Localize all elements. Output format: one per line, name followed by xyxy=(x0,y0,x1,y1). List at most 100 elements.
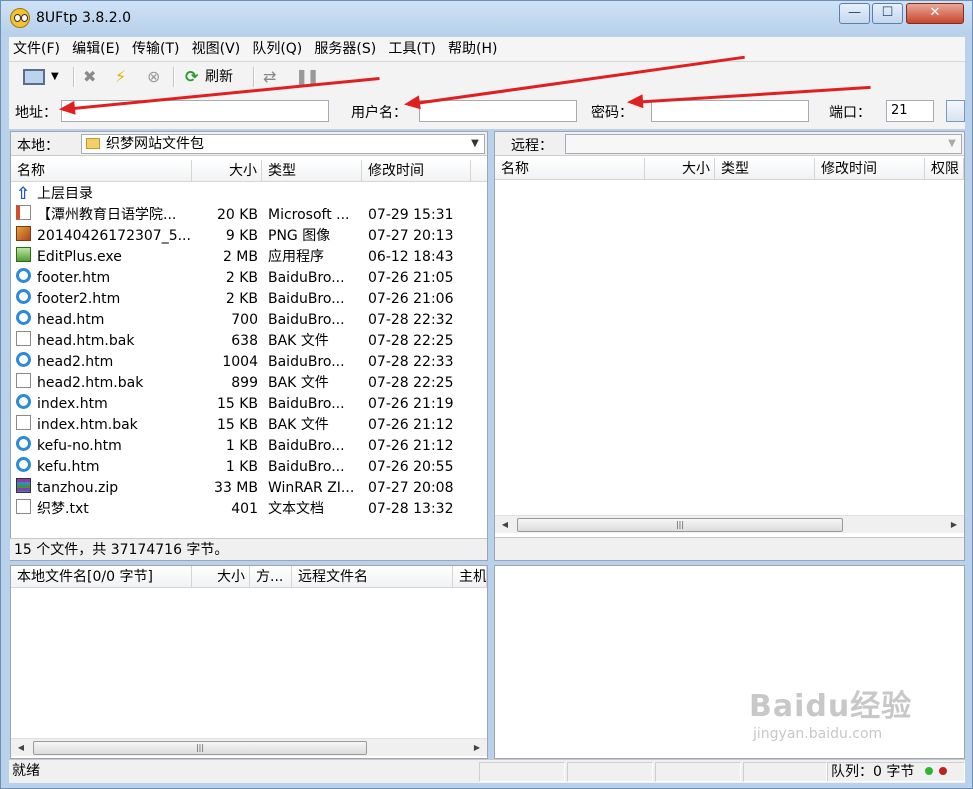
transfer-mode-icon[interactable]: ⇄ xyxy=(263,66,276,88)
table-row[interactable]: ⇧ 上层目录 xyxy=(11,184,487,205)
scroll-left-icon[interactable]: ◀ xyxy=(497,516,513,534)
file-modified: 07-28 22:25 xyxy=(368,333,454,349)
table-row[interactable]: tanzhou.zip 33 MB WinRAR ZI... 07-27 20:08 xyxy=(11,478,487,499)
file-modified: 07-26 21:12 xyxy=(368,417,454,433)
disconnect-icon[interactable]: ✖ xyxy=(83,66,96,88)
app-window: 8UFtp 3.8.2.0 — ☐ ✕ 文件(F) 编辑(E) 传输(T) 视图… xyxy=(0,0,973,789)
quick-connect-icon[interactable]: ⚡ xyxy=(115,66,126,88)
minimize-button[interactable]: — xyxy=(839,3,870,24)
app-logo-icon xyxy=(10,8,30,28)
file-type: 应用程序 xyxy=(268,249,324,265)
file-type: BaiduBro... xyxy=(268,438,345,454)
refresh-button[interactable]: 刷新 xyxy=(205,66,233,88)
col-remote-filename[interactable]: 远程文件名 xyxy=(292,566,453,588)
chevron-down-icon[interactable]: ▼ xyxy=(943,135,961,153)
menu-transfer[interactable]: 传输(T) xyxy=(128,37,183,62)
table-row[interactable]: 20140426172307_5... 9 KB PNG 图像 07-27 20:13 xyxy=(11,226,487,247)
file-type: BaiduBro... xyxy=(268,291,345,307)
col-local-filename[interactable]: 本地文件名[0/0 字节] xyxy=(11,566,192,588)
status-cell xyxy=(567,762,653,782)
table-row[interactable]: head.htm 700 BaiduBro... 07-28 22:32 xyxy=(11,310,487,331)
title-bar[interactable]: 8UFtp 3.8.2.0 — ☐ ✕ xyxy=(1,1,972,35)
file-modified: 07-28 13:32 xyxy=(368,501,454,517)
col-size[interactable]: 大小 xyxy=(192,566,250,588)
close-button[interactable]: ✕ xyxy=(906,3,964,24)
col-name[interactable]: 名称 xyxy=(11,160,192,182)
menu-queue[interactable]: 队列(Q) xyxy=(248,37,306,62)
file-name: 20140426172307_5... xyxy=(37,228,191,244)
htm-icon xyxy=(16,268,31,283)
menu-tools[interactable]: 工具(T) xyxy=(384,37,439,62)
col-size[interactable]: 大小 xyxy=(192,160,262,182)
scrollbar-thumb[interactable]: ||| xyxy=(517,518,843,532)
status-text: 就绪 xyxy=(12,763,40,779)
menu-file[interactable]: 文件(F) xyxy=(9,37,64,62)
file-name: tanzhou.zip xyxy=(37,480,119,496)
menu-bar: 文件(F) 编辑(E) 传输(T) 视图(V) 队列(Q) 服务器(S) 工具(… xyxy=(9,37,965,62)
connect-button[interactable] xyxy=(946,100,965,122)
remote-horizontal-scrollbar[interactable]: ◀ ||| ▶ xyxy=(495,515,964,533)
file-type: Microsoft ... xyxy=(268,207,350,223)
remote-summary xyxy=(495,537,964,560)
chevron-down-icon[interactable]: ▼ xyxy=(466,135,484,153)
col-type[interactable]: 类型 xyxy=(715,158,815,180)
file-type: BaiduBro... xyxy=(268,270,345,286)
col-type[interactable]: 类型 xyxy=(262,160,362,182)
scroll-right-icon[interactable]: ▶ xyxy=(946,516,962,534)
menu-server[interactable]: 服务器(S) xyxy=(310,37,380,62)
folder-icon xyxy=(86,138,100,149)
file-name: footer2.htm xyxy=(37,291,121,307)
file-name: index.htm.bak xyxy=(37,417,138,433)
port-input[interactable]: 21 xyxy=(886,100,934,122)
file-type: BAK 文件 xyxy=(268,375,329,391)
file-size: 899 xyxy=(231,375,258,391)
site-manager-dropdown-icon[interactable]: ▼ xyxy=(51,66,59,88)
stop-icon[interactable]: ⊗ xyxy=(147,66,160,88)
toolbar-separator xyxy=(73,67,75,87)
col-host[interactable]: 主机 xyxy=(453,566,487,588)
scroll-right-icon[interactable]: ▶ xyxy=(469,739,485,757)
scrollbar-thumb[interactable]: ||| xyxy=(33,741,367,755)
menu-help[interactable]: 帮助(H) xyxy=(444,37,501,62)
file-type: BaiduBro... xyxy=(268,396,345,412)
col-modified[interactable]: 修改时间 xyxy=(362,160,471,182)
queue-horizontal-scrollbar[interactable]: ◀ ||| ▶ xyxy=(11,738,487,756)
col-name[interactable]: 名称 xyxy=(495,158,645,180)
file-modified: 07-29 15:31 xyxy=(368,207,454,223)
table-row[interactable]: footer2.htm 2 KB BaiduBro... 07-26 21:06 xyxy=(11,289,487,310)
table-row[interactable]: head.htm.bak 638 BAK 文件 07-28 22:25 xyxy=(11,331,487,352)
password-input[interactable] xyxy=(651,100,809,122)
local-path-combo[interactable]: 织梦网站文件包 ▼ xyxy=(81,134,485,154)
scroll-left-icon[interactable]: ◀ xyxy=(13,739,29,757)
local-file-list: ⇧ 上层目录 【潭州教育日语学院... 20 KB Microsoft ... 07-29… xyxy=(11,184,487,539)
table-row[interactable]: EditPlus.exe 2 MB 应用程序 06-12 18:43 xyxy=(11,247,487,268)
table-row[interactable]: head2.htm.bak 899 BAK 文件 07-28 22:25 xyxy=(11,373,487,394)
col-size[interactable]: 大小 xyxy=(645,158,715,180)
username-input[interactable] xyxy=(419,100,577,122)
username-label: 用户名： xyxy=(351,105,407,121)
site-manager-icon[interactable] xyxy=(23,69,45,85)
local-summary: 15 个文件，共 37174716 字节。 xyxy=(10,538,487,560)
refresh-icon[interactable]: ⟳ xyxy=(185,66,198,88)
table-row[interactable]: 【潭州教育日语学院... 20 KB Microsoft ... 07-29 15:3… xyxy=(11,205,487,226)
table-row[interactable]: index.htm 15 KB BaiduBro... 07-26 21:19 xyxy=(11,394,487,415)
col-direction[interactable]: 方... xyxy=(250,566,292,588)
table-row[interactable]: kefu-no.htm 1 KB BaiduBro... 07-26 21:12 xyxy=(11,436,487,457)
table-row[interactable]: head2.htm 1004 BaiduBro... 07-28 22:33 xyxy=(11,352,487,373)
table-row[interactable]: footer.htm 2 KB BaiduBro... 07-26 21:05 xyxy=(11,268,487,289)
local-file-header: 名称 大小 类型 修改时间 xyxy=(11,160,487,182)
toolbar-separator xyxy=(173,67,175,87)
file-modified: 06-12 18:43 xyxy=(368,249,454,265)
table-row[interactable]: index.htm.bak 15 KB BAK 文件 07-26 21:12 xyxy=(11,415,487,436)
log-pane xyxy=(494,565,965,759)
col-modified[interactable]: 修改时间 xyxy=(815,158,925,180)
table-row[interactable]: 织梦.txt 401 文本文档 07-28 13:32 xyxy=(11,499,487,520)
maximize-button[interactable]: ☐ xyxy=(872,3,903,24)
table-row[interactable]: kefu.htm 1 KB BaiduBro... 07-26 20:55 xyxy=(11,457,487,478)
menu-view[interactable]: 视图(V) xyxy=(188,37,245,62)
htm-icon xyxy=(16,394,31,409)
menu-edit[interactable]: 编辑(E) xyxy=(68,37,124,62)
remote-path-combo[interactable]: ▼ xyxy=(565,134,962,154)
file-type: BaiduBro... xyxy=(268,459,345,475)
col-permissions[interactable]: 权限 xyxy=(925,158,964,180)
